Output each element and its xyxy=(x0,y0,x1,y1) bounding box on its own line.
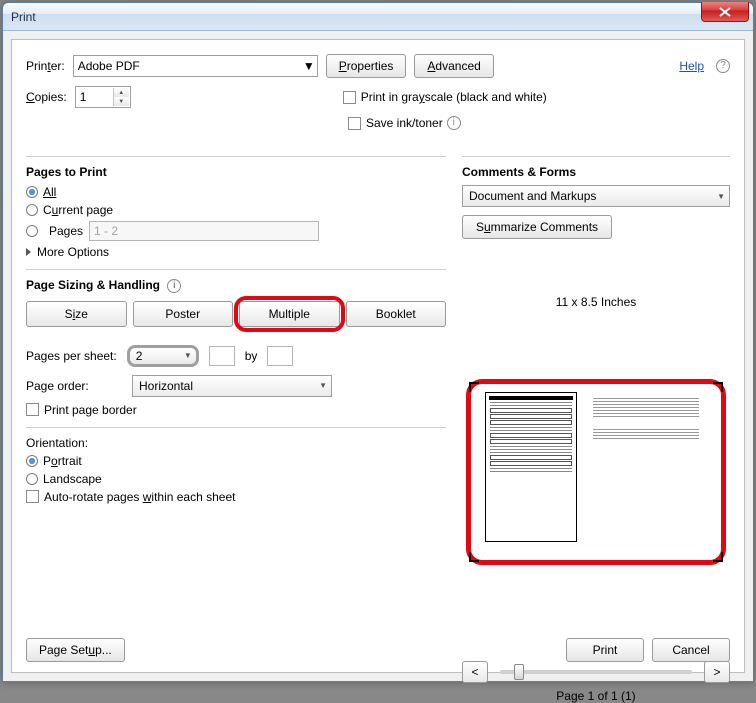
saveink-check-row: Save ink/toner i xyxy=(348,116,461,130)
pps-by-label: by xyxy=(245,349,258,363)
preview-frame xyxy=(466,379,726,565)
pps-custom-x[interactable] xyxy=(209,346,235,366)
slider-thumb[interactable] xyxy=(514,664,524,680)
comments-select[interactable]: Document and Markups ▼ xyxy=(462,185,730,207)
pages-to-print-header: Pages to Print xyxy=(26,165,446,179)
autorotate-checkbox[interactable] xyxy=(26,490,39,503)
page-order-select[interactable]: Horizontal ▼ xyxy=(132,375,332,397)
comments-header: Comments & Forms xyxy=(462,165,730,179)
page-indicator: Page 1 of 1 (1) xyxy=(462,689,730,703)
chevron-down-icon: ▼ xyxy=(303,59,315,73)
grayscale-label: Print in grayscale (black and white) xyxy=(361,90,547,104)
spinner-up-icon[interactable]: ▲ xyxy=(113,88,129,97)
thumbnail-page-1 xyxy=(485,392,577,542)
page-order-label: Page order: xyxy=(26,379,122,393)
radio-landscape[interactable] xyxy=(26,473,38,485)
radio-all[interactable] xyxy=(26,186,38,198)
grayscale-checkbox[interactable] xyxy=(343,91,356,104)
tab-multiple[interactable]: Multiple xyxy=(239,301,340,327)
page-order-value: Horizontal xyxy=(139,379,193,393)
pages-per-sheet-label: Pages per sheet: xyxy=(26,349,117,363)
print-border-checkbox[interactable] xyxy=(26,403,39,416)
pages-per-sheet-select[interactable]: 2 ▼ xyxy=(127,345,199,367)
crop-mark-icon xyxy=(713,552,723,562)
preview-dimensions: 11 x 8.5 Inches xyxy=(462,295,730,309)
radio-current-label: Current page xyxy=(43,203,113,217)
radio-landscape-label: Landscape xyxy=(43,472,102,486)
radio-pages-row[interactable]: Pages 1 - 2 xyxy=(26,221,446,241)
pps-custom-y[interactable] xyxy=(267,346,293,366)
radio-pages[interactable] xyxy=(26,225,38,237)
help-icon[interactable]: ? xyxy=(716,59,730,73)
summarize-comments-button[interactable]: Summarize Comments xyxy=(462,215,612,239)
preview-next-button[interactable]: > xyxy=(704,661,730,683)
preview-area: 11 x 8.5 Inches xyxy=(462,295,730,655)
printer-select[interactable]: Adobe PDF ▼ xyxy=(73,55,318,77)
copies-value: 1 xyxy=(80,90,87,104)
crop-mark-icon xyxy=(469,552,479,562)
more-options-toggle[interactable]: More Options xyxy=(26,245,446,259)
page-setup-button[interactable]: Page Setup... xyxy=(26,638,125,662)
radio-pages-label: Pages xyxy=(49,224,83,238)
radio-all-row[interactable]: All xyxy=(26,185,446,199)
chevron-right-icon: > xyxy=(713,665,720,679)
tab-booklet[interactable]: Booklet xyxy=(346,301,447,327)
crop-mark-icon xyxy=(469,382,479,392)
preview-prev-button[interactable]: < xyxy=(462,661,488,683)
comments-value: Document and Markups xyxy=(469,189,596,203)
chevron-left-icon: < xyxy=(471,665,478,679)
more-options-label: More Options xyxy=(37,245,109,259)
spinner-down-icon[interactable]: ▼ xyxy=(113,97,129,106)
tab-size[interactable]: Size xyxy=(26,301,127,327)
pages-range-input[interactable]: 1 - 2 xyxy=(89,221,319,241)
pages-range-placeholder: 1 - 2 xyxy=(94,224,118,238)
radio-portrait-row[interactable]: Portrait xyxy=(26,454,446,468)
pages-per-sheet-value: 2 xyxy=(136,349,143,363)
autorotate-label: Auto-rotate pages within each sheet xyxy=(44,490,235,504)
radio-current-row[interactable]: Current page xyxy=(26,203,446,217)
close-icon xyxy=(719,7,731,17)
chevron-down-icon: ▼ xyxy=(717,192,725,201)
print-dialog: Print Printer: Adobe PDF ▼ Properties Ad… xyxy=(2,2,754,682)
info-icon[interactable]: i xyxy=(447,116,461,130)
right-column: Comments & Forms Document and Markups ▼ … xyxy=(462,146,730,703)
tab-poster[interactable]: Poster xyxy=(133,301,234,327)
close-button[interactable] xyxy=(701,2,749,22)
cancel-button[interactable]: Cancel xyxy=(652,638,730,662)
thumbnail-page-2 xyxy=(591,392,701,542)
printer-value: Adobe PDF xyxy=(78,59,140,73)
left-column: Pages to Print All Current page Pages 1 … xyxy=(26,146,446,703)
info-icon[interactable]: i xyxy=(167,279,181,293)
chevron-down-icon: ▼ xyxy=(319,381,327,390)
printer-label: Printer: xyxy=(26,59,65,73)
radio-portrait[interactable] xyxy=(26,455,38,467)
dialog-body: Printer: Adobe PDF ▼ Properties Advanced… xyxy=(11,39,745,673)
radio-all-label: All xyxy=(43,185,56,199)
saveink-label: Save ink/toner xyxy=(366,116,443,130)
radio-current[interactable] xyxy=(26,204,38,216)
sizing-header: Page Sizing & Handling i xyxy=(26,278,446,293)
radio-portrait-label: Portrait xyxy=(43,454,82,468)
preview-slider[interactable] xyxy=(500,670,692,674)
copies-input[interactable]: 1 ▲▼ xyxy=(75,86,131,108)
properties-button[interactable]: Properties xyxy=(326,54,407,78)
advanced-button[interactable]: Advanced xyxy=(414,54,493,78)
grayscale-check-row: Print in grayscale (black and white) xyxy=(343,90,547,104)
print-border-label: Print page border xyxy=(44,403,137,417)
window-title: Print xyxy=(11,10,36,24)
saveink-checkbox[interactable] xyxy=(348,117,361,130)
help-link[interactable]: Help xyxy=(679,59,704,73)
radio-landscape-row[interactable]: Landscape xyxy=(26,472,446,486)
copies-label: Copies: xyxy=(26,90,67,104)
triangle-right-icon xyxy=(26,248,31,256)
print-button[interactable]: Print xyxy=(566,638,644,662)
orientation-header: Orientation: xyxy=(26,436,446,450)
crop-mark-icon xyxy=(713,382,723,392)
titlebar[interactable]: Print xyxy=(3,3,753,31)
chevron-down-icon: ▼ xyxy=(184,351,192,360)
